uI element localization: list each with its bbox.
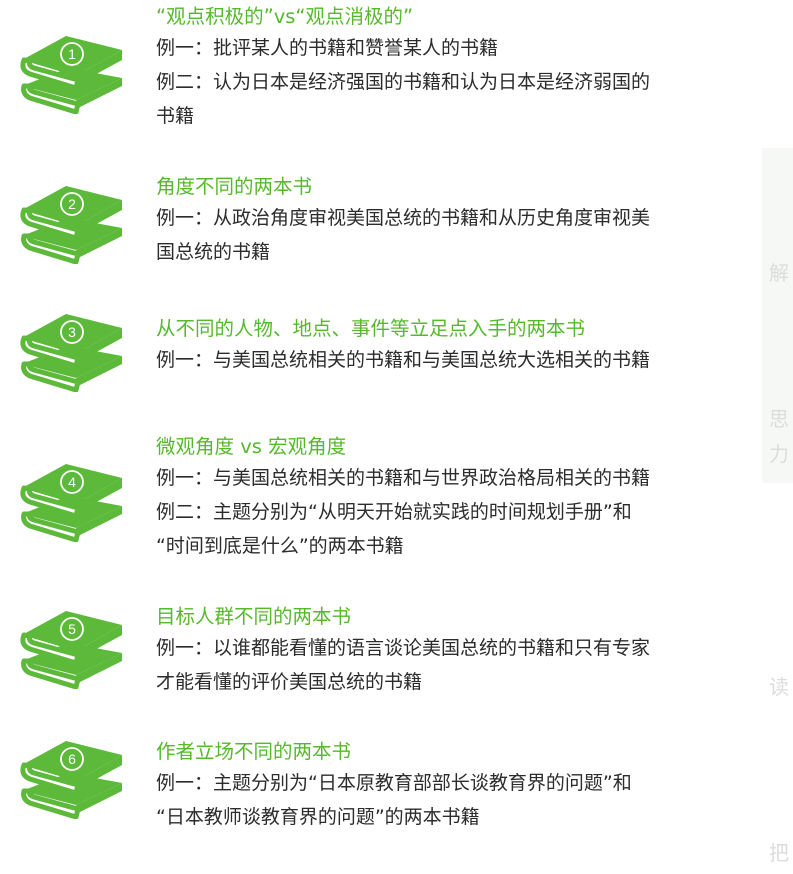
item-title: 角度不同的两本书 — [156, 175, 313, 198]
item-content: 微观角度 vs 宏观角度例一：与美国总统相关的书籍和与世界政治格局相关的书籍 例二… — [156, 434, 746, 563]
item-number: 6 — [68, 751, 76, 767]
green-books-icon: 5 — [16, 603, 128, 690]
edge-glyph: 读 — [769, 676, 789, 698]
item-title: 作者立场不同的两本书 — [156, 740, 352, 763]
background-panel — [762, 148, 793, 483]
item-content: “观点积极的”vs“观点消极的” 例一：批评某人的书籍和赞誉某人的书籍例二：认为日… — [156, 4, 746, 133]
green-books-icon: 6 — [16, 733, 128, 820]
item-content: 目标人群不同的两本书例一：以谁都能看懂的语言谈论美国总统的书籍和只有专家 才能看懂… — [156, 604, 746, 699]
item-line: 例一：主题分别为“日本原教育部部长谈教育界的问题”和 — [156, 772, 632, 794]
item-line: 例一：批评某人的书籍和赞誉某人的书籍 — [156, 37, 499, 59]
item-number: 4 — [68, 474, 76, 490]
item-line: 例一：与美国总统相关的书籍和与美国总统大选相关的书籍 — [156, 349, 651, 371]
green-books-icon: 1 — [16, 28, 128, 115]
edge-glyph: 把 — [769, 842, 789, 864]
item-line: 例一：与美国总统相关的书籍和与世界政治格局相关的书籍 — [156, 467, 651, 489]
item-line: “日本教师谈教育界的问题”的两本书籍 — [156, 806, 480, 828]
item-line: 例一：以谁都能看懂的语言谈论美国总统的书籍和只有专家 — [156, 637, 651, 659]
item-content: 从不同的人物、地点、事件等立足点入手的两本书例一：与美国总统相关的书籍和与美国总… — [156, 316, 746, 377]
item-title: 微观角度 vs 宏观角度 — [156, 435, 347, 458]
item-line: “时间到底是什么”的两本书籍 — [156, 535, 404, 557]
edge-glyph: 力 — [769, 443, 789, 465]
item-title: “观点积极的”vs“观点消极的” — [156, 5, 414, 28]
edge-glyph: 思 — [769, 408, 789, 430]
item-content: 作者立场不同的两本书例一：主题分别为“日本原教育部部长谈教育界的问题”和 “日本教… — [156, 739, 746, 834]
item-title: 目标人群不同的两本书 — [156, 605, 352, 628]
item-title: 从不同的人物、地点、事件等立足点入手的两本书 — [156, 317, 586, 340]
item-number: 1 — [68, 46, 76, 62]
item-line: 国总统的书籍 — [156, 241, 271, 263]
item-number: 5 — [68, 621, 76, 637]
item-line: 书籍 — [156, 105, 195, 127]
green-books-icon: 3 — [16, 306, 128, 393]
item-content: 角度不同的两本书例一：从政治角度审视美国总统的书籍和从历史角度审视美 国总统的书籍 — [156, 174, 746, 269]
item-line: 才能看懂的评价美国总统的书籍 — [156, 671, 423, 693]
item-number: 3 — [68, 324, 76, 340]
item-line: 例二：主题分别为“从明天开始就实践的时间规划手册”和 — [156, 501, 632, 523]
item-line: 例二：认为日本是经济强国的书籍和认为日本是经济弱国的 — [156, 71, 651, 93]
item-line: 例一：从政治角度审视美国总统的书籍和从历史角度审视美 — [156, 207, 651, 229]
item-number: 2 — [68, 196, 76, 212]
edge-glyph: 解 — [769, 262, 789, 284]
green-books-icon: 4 — [16, 456, 128, 543]
green-books-icon: 2 — [16, 178, 128, 265]
